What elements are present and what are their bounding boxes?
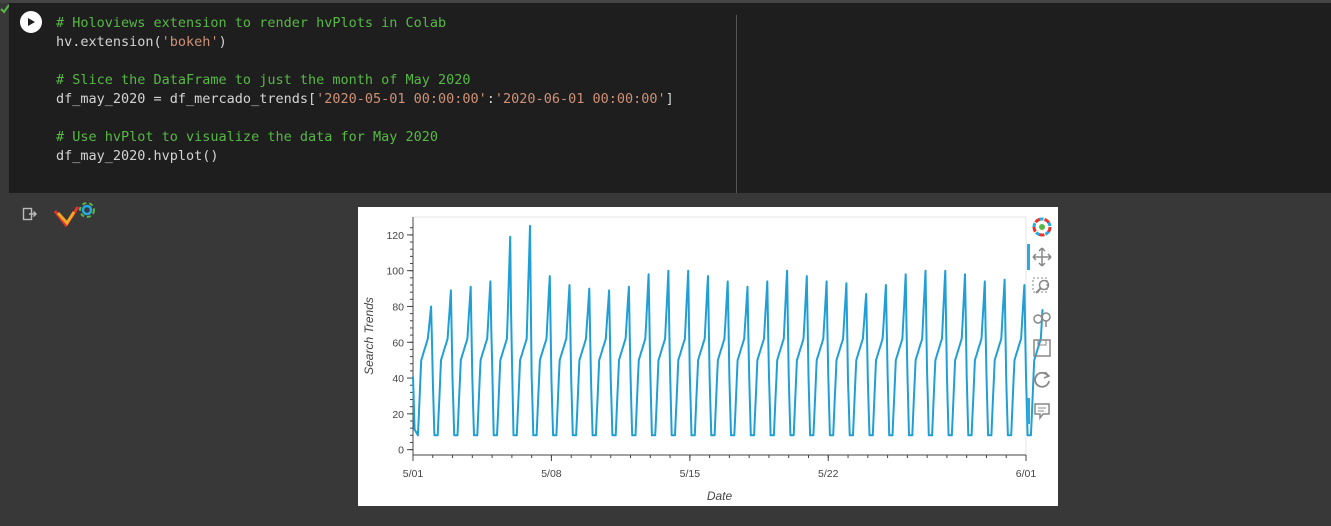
plot-area — [412, 216, 1027, 456]
x-tick-label: 5/15 — [680, 468, 701, 480]
toolbar-reset-button[interactable] — [1031, 368, 1053, 390]
code-line: df_may_2020 = df_mercado_trends['2020-05… — [56, 90, 674, 109]
holoviews-logo-icon — [53, 202, 95, 227]
output-menu-icon[interactable] — [22, 206, 38, 222]
toolbar-box-zoom-button[interactable] — [1031, 276, 1053, 298]
y-tick-label: 60 — [392, 337, 404, 349]
code-line: df_may_2020.hvplot() — [56, 147, 674, 166]
reset-icon — [1034, 371, 1051, 388]
active-tool-indicator — [1027, 398, 1030, 424]
toolbar-bokeh-logo-button — [1031, 216, 1053, 238]
code-line: # Holoviews extension to render hvPlots … — [56, 14, 674, 33]
y-tick-label: 40 — [392, 373, 404, 385]
y-tick-label: 120 — [386, 230, 404, 242]
code-token: ] — [665, 91, 674, 107]
code-token: # Holoviews extension to render hvPlots … — [56, 15, 447, 31]
hvplot-figure[interactable]: 0 20 40 60 80 100 120 5/01 5/08 5/15 5/22 6/01 Date S… — [358, 207, 1058, 506]
toolbar-hover-button[interactable] — [1031, 400, 1053, 422]
bokeh-toolbar — [1027, 213, 1055, 424]
search-trends-line — [412, 224, 1044, 437]
hover-icon — [1034, 403, 1050, 421]
code-ruler — [736, 15, 737, 193]
code-line: # Slice the DataFrame to just the month … — [56, 71, 674, 90]
code-token: hv.extension( — [56, 34, 162, 50]
code-line: hv.extension('bokeh') — [56, 33, 674, 52]
y-axis-title: Search Trends — [362, 297, 376, 375]
toolbar-pan-button[interactable] — [1031, 246, 1053, 268]
toolbar-save-button[interactable] — [1031, 337, 1053, 359]
box-zoom-icon — [1032, 277, 1050, 294]
code-token: df_may_2020 = df_mercado_trends[ — [56, 91, 317, 107]
line-chart[interactable]: 0 20 40 60 80 100 120 5/01 5/08 5/15 5/22 6/01 Date S… — [358, 207, 1058, 506]
run-cell-button[interactable] — [20, 11, 42, 33]
code-token: '2020-06-01 00:00:00' — [494, 91, 666, 107]
x-tick-label: 6/01 — [1016, 468, 1037, 480]
code-line: # Use hvPlot to visualize the data for M… — [56, 128, 674, 147]
code-token: df_may_2020.hvplot() — [56, 148, 219, 164]
code-token: 'bokeh' — [161, 34, 219, 50]
x-axis-title: Date — [707, 489, 733, 503]
x-tick-label: 5/01 — [403, 468, 424, 480]
play-icon — [28, 18, 35, 26]
code-token: # Slice the DataFrame to just the month … — [56, 72, 471, 88]
x-tick-label: 5/08 — [541, 468, 562, 480]
toolbar-wheel-zoom-button[interactable] — [1031, 308, 1053, 330]
wheel-zoom-icon — [1033, 312, 1051, 327]
y-tick-label: 20 — [392, 409, 404, 421]
save-icon — [1033, 339, 1051, 357]
active-tool-indicator — [1027, 244, 1030, 270]
y-tick-label: 100 — [386, 266, 404, 278]
y-tick-label: 80 — [392, 301, 404, 313]
code-token: ) — [218, 34, 227, 50]
code-token: '2020-05-01 00:00:00' — [316, 91, 487, 107]
bokeh-logo-icon — [1032, 217, 1052, 237]
y-tick-label: 0 — [398, 445, 404, 457]
code-editor[interactable]: # Holoviews extension to render hvPlots … — [56, 14, 674, 166]
code-token: : — [486, 91, 495, 107]
code-token: # Use hvPlot to visualize the data for M… — [56, 129, 439, 145]
pan-icon — [1032, 247, 1052, 267]
x-tick-label: 5/22 — [818, 468, 839, 480]
